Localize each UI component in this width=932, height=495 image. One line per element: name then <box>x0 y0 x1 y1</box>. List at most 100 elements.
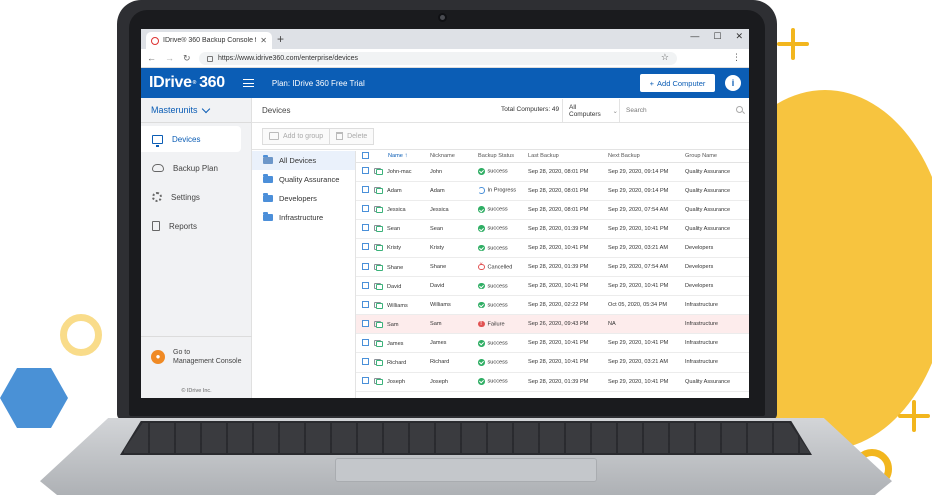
url-input[interactable]: https://www.idrive360.com/enterprise/dev… <box>199 52 677 65</box>
browser-menu-icon[interactable]: ⋮ <box>732 52 741 63</box>
group-developers[interactable]: Developers <box>252 189 355 208</box>
monitor-icon <box>152 134 163 147</box>
last-backup: Sep 28, 2020, 01:39 PM <box>528 219 608 239</box>
computer-icon <box>374 358 383 366</box>
lock-icon <box>207 55 213 62</box>
column-header-backup-status[interactable]: Backup Status <box>478 151 528 163</box>
group-name: Quality Assurance <box>685 162 749 182</box>
next-backup: NA <box>608 314 685 335</box>
group-name: Infrastructure <box>685 333 749 354</box>
sidebar-item-backup-plan[interactable]: Backup Plan <box>141 155 251 181</box>
table-row[interactable]: Kristy Kristy success Sep 28, 2020, 10:41 P… <box>356 238 749 258</box>
device-name[interactable]: Kristy <box>387 245 401 251</box>
next-backup: Sep 29, 2020, 09:14 PM <box>608 162 685 182</box>
computer-filter-select[interactable]: All Computers ⌄ <box>562 99 618 122</box>
info-icon[interactable]: i <box>725 75 741 91</box>
row-checkbox[interactable] <box>362 262 369 270</box>
bookmark-star-icon[interactable]: ☆ <box>661 52 669 63</box>
search-icon[interactable] <box>736 106 743 113</box>
delete-button[interactable]: Delete <box>330 127 375 145</box>
folder-icon <box>263 193 273 202</box>
status-success-icon <box>478 225 485 232</box>
masterunits-dropdown[interactable]: Masterunits <box>141 98 251 123</box>
row-checkbox[interactable] <box>362 281 369 289</box>
device-name[interactable]: James <box>387 341 403 347</box>
browser-tab[interactable]: IDrive® 360 Backup Console for ✕ <box>146 32 272 49</box>
column-header-last-backup[interactable]: Last Backup <box>528 151 608 163</box>
back-icon[interactable]: ← <box>147 53 156 63</box>
table-row[interactable]: Sam Sam Failure Sep 26, 2020, 09:43 PMNAInf… <box>356 314 749 335</box>
new-tab-icon[interactable]: + <box>277 32 284 46</box>
minimize-icon[interactable]: — <box>690 31 699 42</box>
table-row[interactable]: John-mac John success Sep 28, 2020, 08:01 P… <box>356 162 749 182</box>
row-checkbox[interactable] <box>362 224 369 232</box>
table-row[interactable]: Sean Sean success Sep 28, 2020, 01:39 PM Sep… <box>356 219 749 239</box>
table-row[interactable]: Jessica Jessica success Sep 28, 2020, 08:01… <box>356 200 749 220</box>
device-nickname: James <box>430 333 478 354</box>
column-header-next-backup[interactable]: Next Backup <box>608 151 685 163</box>
group-name: Infrastructure <box>685 352 749 373</box>
device-name[interactable]: Joseph <box>387 379 405 385</box>
device-name[interactable]: Sam <box>387 322 399 328</box>
table-row[interactable]: David David success Sep 28, 2020, 10:41 PM S… <box>356 276 749 297</box>
device-name[interactable]: Richard <box>387 360 406 366</box>
row-checkbox[interactable] <box>362 205 369 213</box>
table-row[interactable]: Richard Richard success Sep 28, 2020, 10:41… <box>356 352 749 373</box>
backup-status: success <box>487 226 508 233</box>
row-checkbox[interactable] <box>362 167 369 175</box>
trash-icon <box>336 132 344 140</box>
select-all-checkbox[interactable] <box>362 151 369 159</box>
device-name[interactable]: Adam <box>387 188 402 194</box>
row-checkbox[interactable] <box>362 357 369 365</box>
row-checkbox[interactable] <box>362 377 369 385</box>
device-name[interactable]: John-mac <box>387 169 412 175</box>
goto-line2: Management Console <box>173 357 242 365</box>
table-row[interactable]: Shane Shane Cancelled Sep 28, 2020, 01:39 P… <box>356 257 749 278</box>
plus-icon: + <box>649 78 655 88</box>
reload-icon[interactable]: ↻ <box>183 53 191 64</box>
add-group-icon <box>269 132 279 140</box>
table-row[interactable]: Williams Williams success Sep 28, 2020, 02:… <box>356 295 749 316</box>
add-computer-button[interactable]: + Add Computer <box>640 74 715 92</box>
add-to-group-button[interactable]: Add to group <box>262 127 331 145</box>
gear-icon <box>152 192 162 202</box>
row-checkbox[interactable] <box>362 300 369 308</box>
device-name[interactable]: Sean <box>387 226 400 232</box>
row-checkbox[interactable] <box>362 319 369 327</box>
table-row[interactable]: James James success Sep 28, 2020, 10:41 PM S… <box>356 333 749 354</box>
sidebar-item-settings[interactable]: Settings <box>141 184 251 210</box>
sidebar-item-devices[interactable]: Devices <box>141 126 241 152</box>
goto-management-console[interactable]: ● Go to Management Console <box>141 336 252 376</box>
row-checkbox[interactable] <box>362 186 369 194</box>
table-row[interactable]: Joseph Joseph success Sep 28, 2020, 01:39 P… <box>356 372 749 392</box>
group-all-devices[interactable]: All Devices <box>252 151 355 170</box>
chevron-down-icon <box>201 104 210 113</box>
group-infrastructure[interactable]: Infrastructure <box>252 208 355 227</box>
backup-status: Failure <box>487 321 505 328</box>
search-input[interactable]: Search <box>619 99 749 122</box>
computer-icon <box>374 378 383 386</box>
device-name[interactable]: David <box>387 284 401 290</box>
maximize-icon[interactable]: ☐ <box>713 31 721 42</box>
row-checkbox[interactable] <box>362 243 369 251</box>
device-name[interactable]: Williams <box>387 303 408 309</box>
idrive-logo[interactable]: IDrive ® 360 <box>149 74 225 92</box>
row-checkbox[interactable] <box>362 338 369 346</box>
close-icon[interactable]: ✕ <box>260 36 267 45</box>
folder-icon <box>263 174 273 183</box>
device-name[interactable]: Shane <box>387 265 403 271</box>
computer-icon <box>374 320 383 328</box>
sidebar-item-reports[interactable]: Reports <box>141 213 251 239</box>
device-name[interactable]: Jessica <box>387 207 406 213</box>
last-backup: Sep 28, 2020, 08:01 PM <box>528 162 608 182</box>
table-row[interactable]: Adam Adam In Progress Sep 28, 2020, 08:01 P… <box>356 181 749 201</box>
hamburger-menu-icon[interactable] <box>242 79 254 87</box>
column-header-nickname[interactable]: Nickname <box>430 151 478 163</box>
close-window-icon[interactable]: ✕ <box>735 31 743 42</box>
forward-icon[interactable]: → <box>165 53 174 63</box>
group-quality-assurance[interactable]: Quality Assurance <box>252 170 355 189</box>
column-header-group-name[interactable]: Group Name <box>685 151 749 163</box>
url-text: https://www.idrive360.com/enterprise/dev… <box>218 55 359 62</box>
column-header-name[interactable]: Name ↑ <box>374 151 430 163</box>
window-controls: — ☐ ✕ <box>690 31 743 42</box>
